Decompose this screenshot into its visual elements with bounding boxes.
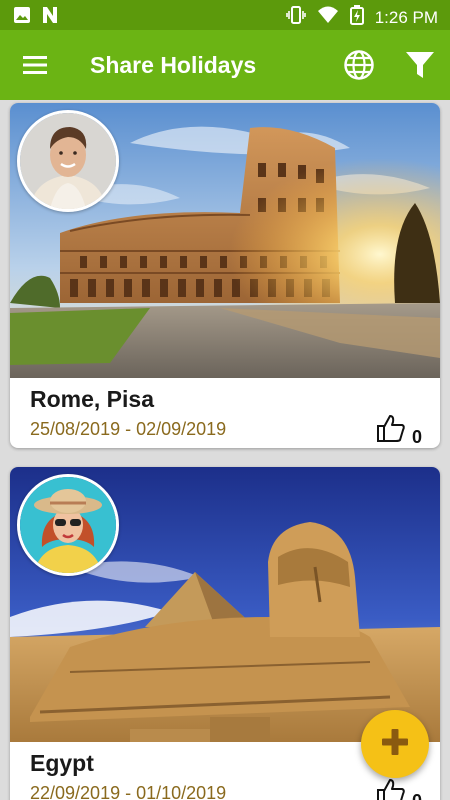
like-button[interactable]: 0: [376, 413, 422, 448]
add-holiday-button[interactable]: [361, 710, 429, 778]
app-title: Share Holidays: [90, 52, 257, 78]
status-time: 1:26 PM: [374, 7, 438, 27]
post-dates: 22/09/2019 - 01/10/2019: [30, 783, 227, 800]
post-place: Egypt: [30, 750, 94, 776]
holiday-card[interactable]: Rome, Pisa 25/08/2019 - 02/09/2019 0: [10, 103, 440, 448]
man-avatar[interactable]: [17, 110, 119, 212]
like-button[interactable]: 0: [376, 777, 422, 800]
image-icon: [13, 6, 31, 29]
like-count: 0: [412, 791, 422, 800]
thumbs-up-icon: [376, 413, 406, 448]
like-count: 0: [411, 427, 422, 447]
hamburger-menu-icon[interactable]: [22, 54, 48, 81]
app-bar: Share Holidays: [0, 30, 450, 100]
plus-icon: [379, 726, 411, 763]
wifi-icon: [317, 5, 339, 30]
woman-avatar[interactable]: [17, 474, 119, 576]
filter-icon[interactable]: [404, 49, 436, 86]
n-icon: [41, 6, 59, 29]
holiday-feed: Rome, Pisa 25/08/2019 - 02/09/2019 0 Egy…: [0, 100, 450, 800]
vibrate-icon: [285, 5, 306, 30]
post-dates: 25/08/2019 - 02/09/2019: [30, 419, 227, 439]
post-place: Rome, Pisa: [30, 386, 154, 412]
status-bar: 1:26 PM: [0, 0, 450, 30]
battery-charging-icon: [349, 5, 364, 30]
thumbs-up-icon: [376, 777, 406, 800]
globe-icon[interactable]: [343, 49, 375, 86]
